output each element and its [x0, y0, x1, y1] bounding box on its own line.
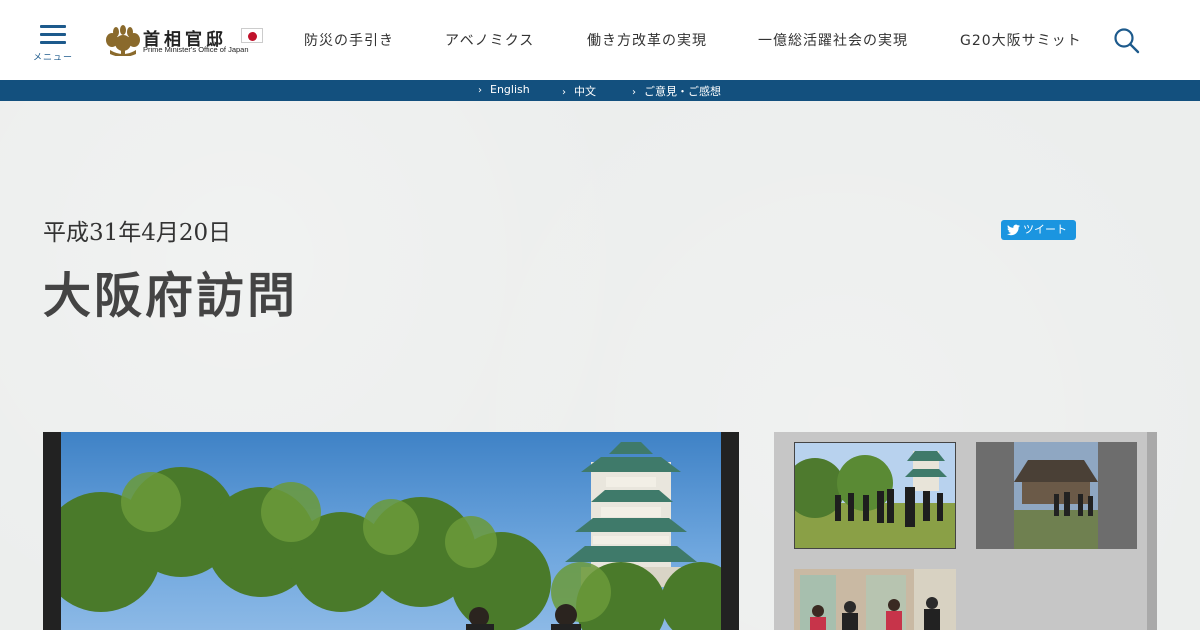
- thumbnail-indoor-meeting: [794, 569, 956, 630]
- link-english-label: English: [490, 83, 530, 96]
- nav-item-dynamic-engagement[interactable]: 一億総活躍社会の実現: [758, 30, 908, 50]
- gallery-thumbnail-3[interactable]: [794, 569, 956, 630]
- gallery-thumbnail-2[interactable]: [976, 442, 1137, 549]
- logo-subtitle: Prime Minister's Office of Japan: [143, 45, 249, 54]
- osaka-castle-photo: [61, 442, 721, 630]
- tweet-button[interactable]: ツイート: [1001, 220, 1076, 240]
- nav-item-abenomics[interactable]: アベノミクス: [445, 30, 534, 50]
- chevron-right-icon: ›: [562, 87, 566, 98]
- nav-item-g20-osaka-summit[interactable]: G20大阪サミット: [960, 30, 1082, 50]
- site-header: メニュー 首相官邸 Prime Minister's Office of Jap…: [0, 0, 1200, 80]
- page-title: 大阪府訪問: [43, 268, 299, 324]
- paulownia-emblem-icon: [106, 25, 140, 56]
- chevron-right-icon: ›: [632, 87, 636, 98]
- chevron-right-icon: ›: [478, 85, 482, 96]
- gallery-thumbnail-1[interactable]: [794, 442, 956, 549]
- twitter-bird-icon: [1007, 224, 1020, 236]
- search-icon[interactable]: [1112, 26, 1142, 56]
- tweet-label: ツイート: [1023, 223, 1067, 236]
- language-bar: › English › 中文 › ご意見・ご感想: [0, 80, 1200, 101]
- link-chinese-label: 中文: [574, 85, 596, 98]
- link-english[interactable]: › English: [478, 83, 530, 96]
- main-photo-frame: [43, 432, 739, 630]
- japan-flag-icon: [241, 28, 263, 43]
- site-logo[interactable]: 首相官邸 Prime Minister's Office of Japan: [106, 24, 268, 58]
- link-feedback-label: ご意見・ご感想: [644, 85, 721, 98]
- menu-button[interactable]: メニュー: [30, 22, 76, 66]
- link-feedback[interactable]: › ご意見・ご感想: [632, 83, 721, 99]
- main-photo-osaka-castle[interactable]: [61, 432, 721, 630]
- hamburger-icon: [40, 25, 66, 28]
- photo-gallery: [774, 432, 1157, 630]
- link-chinese[interactable]: › 中文: [562, 83, 596, 99]
- gallery-scrollbar[interactable]: [1147, 432, 1157, 630]
- article-date: 平成31年4月20日: [43, 220, 232, 246]
- nav-item-work-style-reform[interactable]: 働き方改革の実現: [587, 30, 707, 50]
- thumbnail-castle-group: [795, 443, 955, 548]
- thumbnail-pavilion: [976, 442, 1137, 549]
- hamburger-icon-bar: [40, 33, 66, 36]
- nav-item-disaster-prevention[interactable]: 防災の手引き: [304, 30, 394, 50]
- menu-label: メニュー: [32, 53, 73, 63]
- hamburger-icon-bar: [40, 41, 66, 44]
